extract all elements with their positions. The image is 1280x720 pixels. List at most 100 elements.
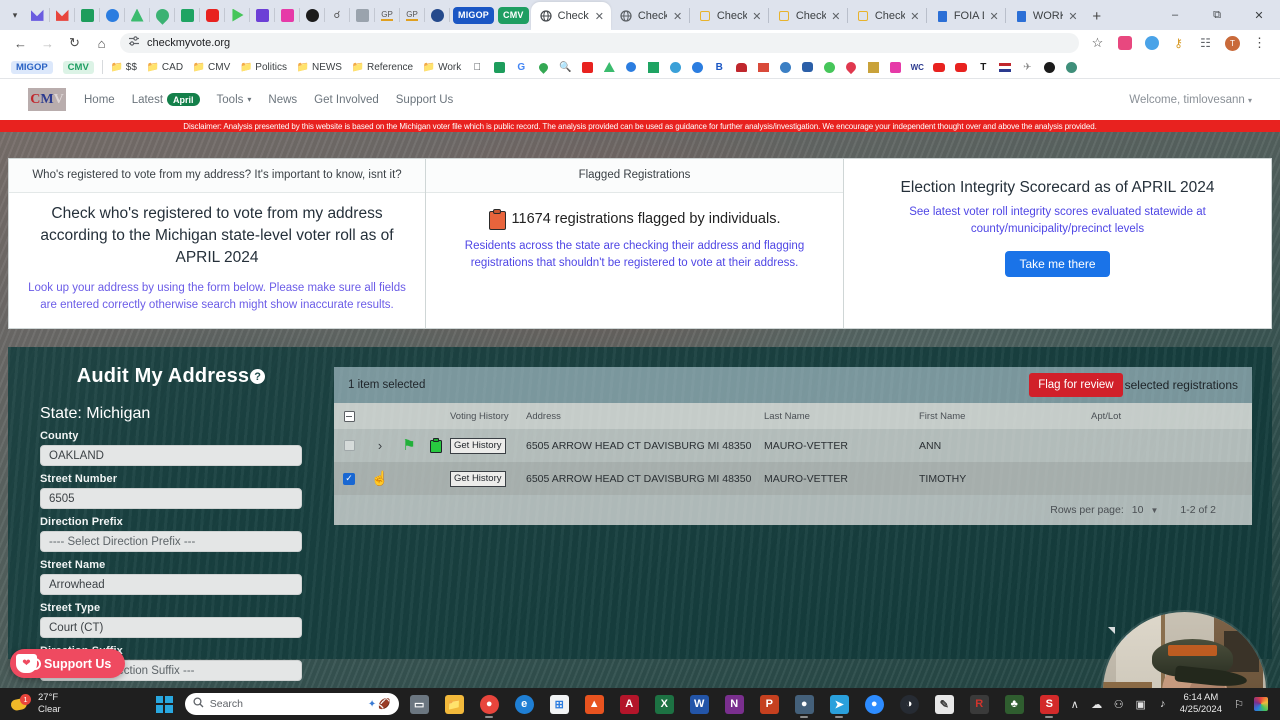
extension-key-icon[interactable]: ⚷ <box>1165 32 1192 54</box>
bookmark-youtube-icon[interactable] <box>928 58 950 76</box>
bookmark-play-icon[interactable] <box>818 58 840 76</box>
bookmark-cmv[interactable]: CMV <box>58 58 99 76</box>
bookmark-folder-politics[interactable]: 📁 Politics <box>235 58 292 76</box>
network-icon[interactable]: ▣ <box>1130 688 1152 720</box>
nav-latest[interactable]: Latest April <box>132 93 200 106</box>
tab-group-cmv[interactable]: CMV <box>496 0 531 30</box>
bookmark-migop[interactable]: MIGOP <box>6 58 58 76</box>
microphone-icon[interactable]: ⚇ <box>1108 688 1130 720</box>
back-button[interactable]: ← <box>7 32 34 54</box>
bookmark-archive-icon[interactable] <box>862 58 884 76</box>
bookmark-search-icon[interactable]: 🔍 <box>554 58 576 76</box>
avatar[interactable]: T <box>1219 32 1246 54</box>
bookmark-folder-ss[interactable]: 📁 $$ <box>106 58 142 76</box>
bookmark-sheets-icon[interactable] <box>488 58 510 76</box>
bookmark-youtube2-icon[interactable] <box>950 58 972 76</box>
get-history-button[interactable]: Get History <box>450 437 506 454</box>
microsoft-onenote-button[interactable]: N <box>720 688 749 720</box>
support-us-widget[interactable]: ❤ Support Us <box>10 649 126 678</box>
pinned-tab-play[interactable] <box>226 0 248 30</box>
pinned-tab-maps[interactable] <box>151 0 173 30</box>
row-checkbox[interactable]: ✓ <box>334 472 364 485</box>
bookmark-dark-icon[interactable] <box>1038 58 1060 76</box>
pinned-tab-youtube[interactable] <box>201 0 223 30</box>
zoom-button[interactable]: ● <box>860 688 889 720</box>
close-icon[interactable]: ✕ <box>594 10 605 23</box>
nav-support-us[interactable]: Support Us <box>396 94 454 106</box>
postgresql-button[interactable]: ● <box>790 688 819 720</box>
maximize-button[interactable]: ⧉ <box>1196 0 1238 30</box>
onedrive-icon[interactable]: ☁ <box>1086 688 1108 720</box>
cmv-logo[interactable]: CMV <box>28 88 66 111</box>
microsoft-edge-button[interactable]: e <box>510 688 539 720</box>
color-app-icon[interactable] <box>1250 688 1272 720</box>
bookmark-wc-icon[interactable]: WC <box>906 58 928 76</box>
expand-row-icon[interactable]: › <box>364 438 396 453</box>
bookmark-folder-reference[interactable]: 📁 Reference <box>347 58 418 76</box>
webcam-overlay[interactable] <box>1103 612 1266 688</box>
pinned-tab-eagle[interactable] <box>426 0 448 30</box>
speedtest-button[interactable]: ◑ <box>895 688 924 720</box>
nav-news[interactable]: News <box>268 94 297 106</box>
brave-browser-button[interactable]: ▲ <box>580 688 609 720</box>
extensions-puzzle-icon[interactable]: ☷ <box>1192 32 1219 54</box>
table-row[interactable]: › ⚑ Get History 6505 ARROW HEAD CT DAVIS… <box>334 429 1252 463</box>
clipboard-green-icon[interactable] <box>422 438 450 454</box>
column-last-name[interactable]: Last Name <box>764 411 919 422</box>
bookmark-bird-icon[interactable]: ✈ <box>1016 58 1038 76</box>
county-input[interactable]: OAKLAND <box>40 445 302 467</box>
close-icon[interactable]: ✕ <box>910 10 920 23</box>
bookmark-dnc-icon[interactable] <box>796 58 818 76</box>
bookmark-folder-cad[interactable]: 📁 CAD <box>142 58 188 76</box>
tab-work-doc[interactable]: WORK ✕ <box>1006 2 1084 30</box>
file-explorer-button[interactable]: 📁 <box>440 688 469 720</box>
pinned-tab-truth[interactable] <box>251 0 273 30</box>
bookmark-folder-cmv[interactable]: 📁 CMV <box>188 58 235 76</box>
column-apt-lot[interactable]: Apt/Lot <box>1091 411 1181 422</box>
close-icon[interactable]: ✕ <box>672 10 682 23</box>
user-menu[interactable]: Welcome, timlovesann ▾ <box>1129 94 1252 106</box>
microsoft-excel-button[interactable]: X <box>650 688 679 720</box>
direction-prefix-select[interactable]: ---- Select Direction Prefix --- <box>40 531 302 553</box>
street-type-select[interactable]: Court (CT) <box>40 617 302 639</box>
volume-icon[interactable]: ♪ <box>1152 688 1174 720</box>
tab-checklist-3[interactable]: Checkl ✕ <box>848 2 926 30</box>
pinned-tab-gmail-alt[interactable] <box>51 0 73 30</box>
new-tab-button[interactable]: + <box>1084 2 1110 30</box>
show-hidden-icons-button[interactable]: ∧ <box>1064 688 1086 720</box>
nav-home[interactable]: Home <box>84 94 115 106</box>
notepad-button[interactable]: ✎ <box>930 688 959 720</box>
pinned-tab-gp-1[interactable]: GP <box>376 0 398 30</box>
bookmark-star-icon[interactable]: ☆ <box>1084 32 1111 54</box>
pinned-tab-sheets[interactable] <box>76 0 98 30</box>
bookmark-apple-icon[interactable]:  <box>466 58 488 76</box>
select-all-checkbox[interactable] <box>334 410 364 422</box>
close-icon[interactable]: ✕ <box>1068 10 1078 23</box>
street-number-input[interactable]: 6505 <box>40 488 302 510</box>
pinned-tab-pink[interactable] <box>276 0 298 30</box>
pinned-tab-drive[interactable] <box>126 0 148 30</box>
bookmark-red-pin-icon[interactable] <box>576 58 598 76</box>
bookmark-pin-icon[interactable] <box>840 58 862 76</box>
pinned-tab-contacts[interactable] <box>101 0 123 30</box>
tree-app-button[interactable]: ♣ <box>1000 688 1029 720</box>
bookmark-truth-icon[interactable]: T <box>972 58 994 76</box>
close-icon[interactable]: ✕ <box>831 10 841 23</box>
chevron-down-icon[interactable]: ▾ <box>4 10 26 21</box>
bookmark-contacts-icon[interactable] <box>620 58 642 76</box>
chrome-menu-icon[interactable]: ⋮ <box>1246 32 1273 54</box>
tab-check-2[interactable]: Check ✕ <box>611 2 689 30</box>
site-settings-icon[interactable] <box>128 34 140 52</box>
microsoft-store-button[interactable]: ⊞ <box>545 688 574 720</box>
pinned-tab-grey[interactable] <box>351 0 373 30</box>
row-checkbox[interactable] <box>334 440 364 452</box>
tab-group-migop[interactable]: MIGOP <box>451 0 496 30</box>
taskbar-search[interactable]: Search ✦ 🏈 <box>184 693 399 715</box>
reload-button[interactable]: ↻ <box>61 32 88 54</box>
bookmark-folder-news[interactable]: 📁 NEWS <box>292 58 347 76</box>
column-address[interactable]: Address <box>526 411 764 422</box>
flag-icon[interactable]: ⚑ <box>396 438 422 453</box>
start-button[interactable] <box>150 688 179 720</box>
tab-checklist-1[interactable]: Checkl ✕ <box>690 2 768 30</box>
bookmark-globe2-icon[interactable] <box>686 58 708 76</box>
